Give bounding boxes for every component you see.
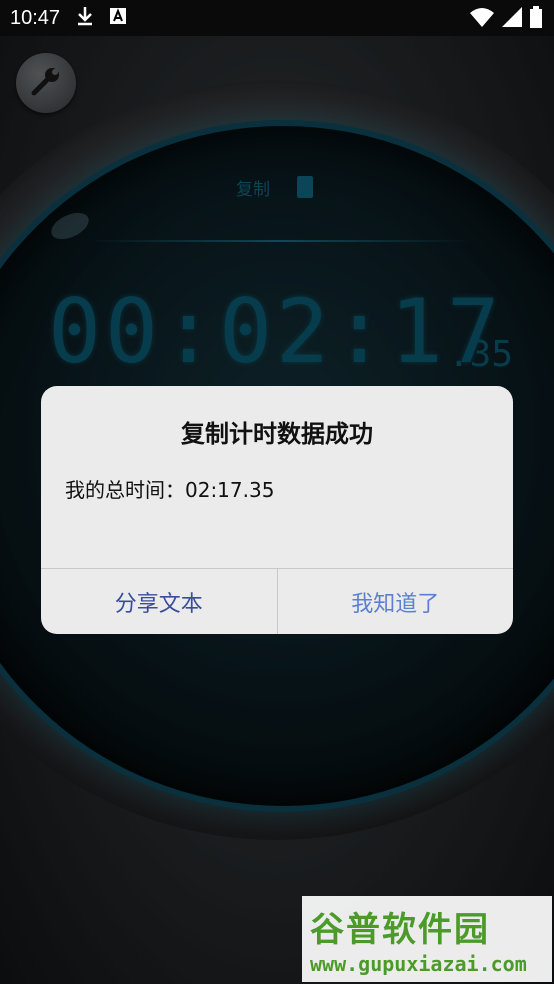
status-bar: 10:47 [0, 0, 554, 36]
ok-button[interactable]: 我知道了 [278, 569, 514, 634]
dialog-buttons: 分享文本 我知道了 [41, 568, 513, 634]
wifi-icon [470, 7, 494, 31]
dialog-message: 我的总时间：02:17.35 [65, 478, 275, 502]
signal-icon [502, 7, 522, 31]
share-text-button[interactable]: 分享文本 [41, 569, 278, 634]
a-icon [110, 7, 127, 29]
watermark: 谷普软件园 www.gupuxiazai.com [302, 896, 552, 982]
download-icon [76, 6, 94, 31]
battery-icon [530, 6, 542, 32]
screen: 10:47 复制 00:02:17 .35 复制计时数据成功 我的总时间：02:… [0, 0, 554, 984]
watermark-title: 谷普软件园 [310, 910, 490, 950]
copy-success-dialog: 复制计时数据成功 我的总时间：02:17.35 分享文本 我知道了 [41, 386, 513, 634]
status-time: 10:47 [10, 6, 61, 29]
status-right [470, 6, 542, 32]
watermark-url: www.gupuxiazai.com [310, 952, 527, 976]
dialog-title: 复制计时数据成功 [181, 420, 373, 448]
